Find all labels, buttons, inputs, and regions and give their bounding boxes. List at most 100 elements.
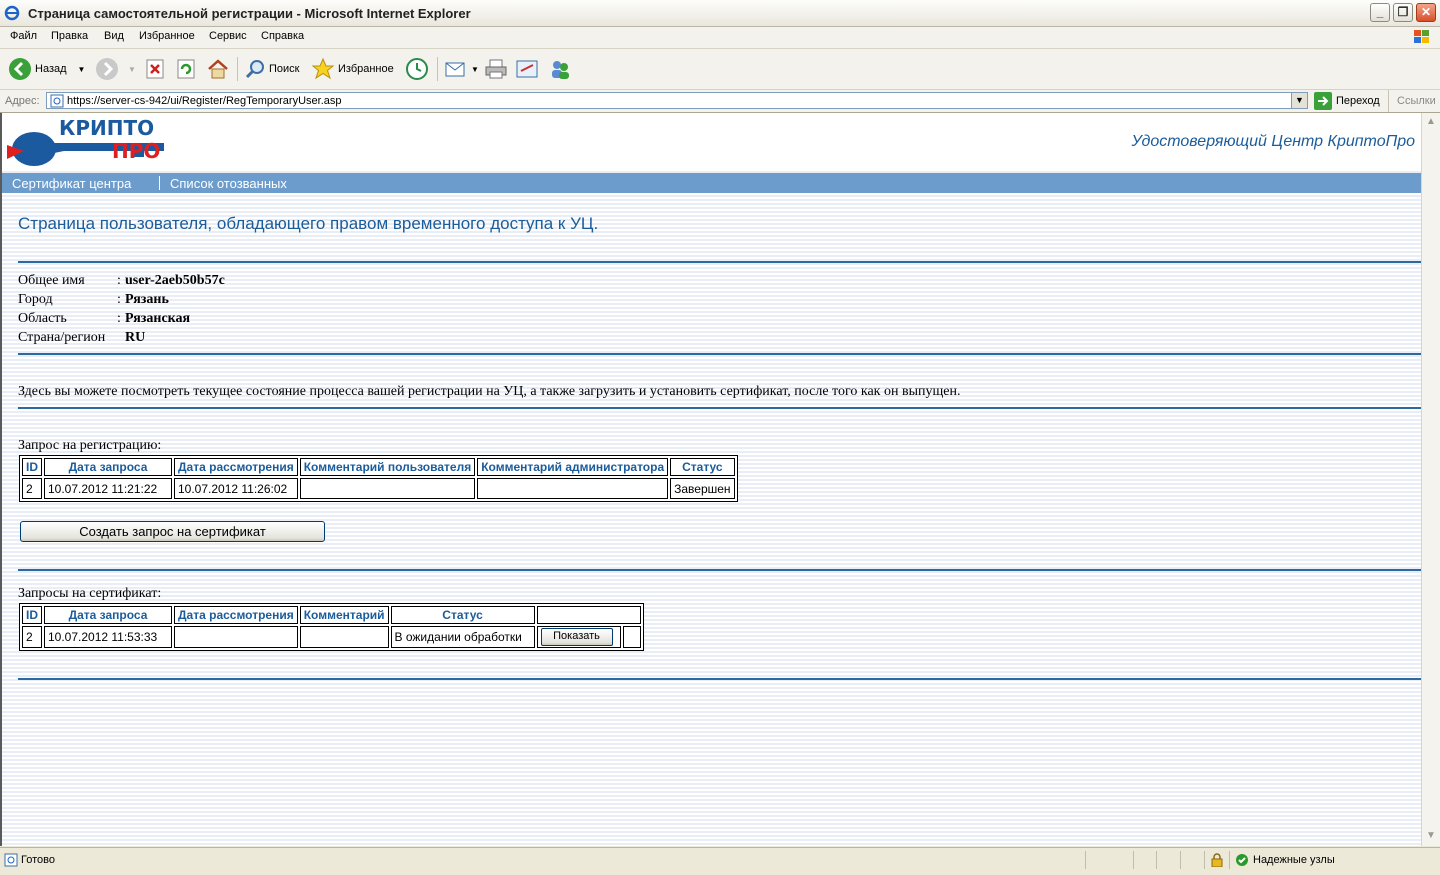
messenger-button[interactable] (548, 55, 572, 83)
refresh-button[interactable] (176, 55, 196, 83)
col-header-id: ID (22, 458, 42, 476)
print-button[interactable] (484, 55, 508, 83)
window-title-bar[interactable]: Страница самостоятельной регистрации - M… (0, 0, 1440, 27)
registration-table: ID Дата запроса Дата рассмотрения Коммен… (19, 455, 738, 502)
divider (18, 407, 1421, 409)
people-icon (552, 61, 569, 79)
field-value-common-name: user-2aeb50b57c (125, 273, 225, 288)
col-header-actions (536, 606, 641, 624)
site-nav: Сертификат центра Список отозванных (2, 173, 1421, 193)
nav-link-revoked-list[interactable]: Список отозванных (170, 176, 287, 191)
field-value-country: RU (125, 330, 146, 345)
search-button[interactable]: Поиск (244, 55, 299, 83)
cell-user-comment (299, 478, 476, 499)
history-button[interactable] (405, 55, 429, 83)
page-icon (50, 94, 64, 108)
edit-page-icon (516, 60, 538, 78)
cell-status: Завершен (670, 478, 735, 499)
trusted-zone-icon (1236, 854, 1248, 866)
favorites-button[interactable]: Избранное (311, 55, 394, 83)
cell-review-date: 10.07.2012 11:26:02 (174, 478, 298, 499)
logo-text-line1: КРИПТО (59, 116, 154, 140)
ie-icon (4, 5, 20, 21)
back-arrow-icon (9, 58, 31, 80)
windows-logo-icon (1414, 30, 1429, 43)
cell-comment (299, 626, 389, 648)
col-header-admin-comment: Комментарий администратора (477, 458, 669, 476)
page-title: Страница пользователя, обладающего право… (18, 214, 599, 233)
cell-review-date (174, 626, 298, 648)
field-value-region: Рязанская (125, 311, 191, 326)
field-label-country: Страна/регион (18, 330, 106, 345)
address-input[interactable]: https://server-cs-942/ui/Register/RegTem… (46, 92, 1308, 109)
show-button[interactable]: Показать (540, 628, 613, 646)
table-row: 2 10.07.2012 11:21:22 10.07.2012 11:26:0… (22, 478, 735, 499)
menu-view[interactable]: Вид (104, 30, 124, 42)
cryptopro-logo: КРИПТО ПРО (7, 116, 164, 166)
col-header-request-date: Дата запроса (44, 606, 172, 624)
col-header-user-comment: Комментарий пользователя (299, 458, 476, 476)
cell-request-date: 10.07.2012 11:21:22 (44, 478, 172, 499)
status-text: Готово (21, 854, 55, 866)
address-url: https://server-cs-942/ui/Register/RegTem… (67, 95, 342, 107)
col-header-status: Статус (390, 606, 535, 624)
divider (18, 678, 1421, 680)
page-icon (4, 853, 18, 867)
edit-button[interactable] (515, 55, 539, 83)
mail-icon (445, 62, 465, 77)
refresh-icon (177, 59, 195, 79)
security-zone-label: Надежные узлы (1253, 854, 1335, 866)
links-button[interactable]: Ссылки (1388, 90, 1436, 112)
table-row: 2 10.07.2012 11:53:33 В ожидании обработ… (22, 626, 641, 648)
home-icon (208, 59, 228, 79)
logo-text-line2: ПРО (112, 139, 160, 163)
table-header-row: ID Дата запроса Дата рассмотрения Коммен… (22, 606, 641, 624)
nav-link-ca-certificate[interactable]: Сертификат центра (12, 176, 131, 191)
divider (18, 261, 1421, 263)
cell-id: 2 (22, 478, 42, 499)
ca-title: Удостоверяющий Центр КриптоПро (1131, 133, 1415, 150)
table-header-row: ID Дата запроса Дата рассмотрения Коммен… (22, 458, 735, 476)
star-icon (311, 57, 335, 80)
maximize-button[interactable]: ❐ (1393, 3, 1413, 22)
stop-icon (146, 59, 164, 79)
menu-help[interactable]: Справка (261, 30, 304, 42)
home-button[interactable] (206, 55, 230, 83)
col-header-review-date: Дата рассмотрения (174, 458, 298, 476)
address-bar: Адрес: https://server-cs-942/ui/Register… (0, 90, 1440, 113)
menu-file[interactable]: Файл (10, 30, 37, 42)
address-dropdown-button[interactable]: ▼ (1291, 93, 1307, 108)
go-button[interactable]: Переход (1314, 92, 1380, 110)
lock-icon (1211, 853, 1223, 867)
field-label-region: Область (18, 311, 67, 326)
cell-action: Показать (536, 626, 621, 648)
registration-caption: Запрос на регистрацию: (18, 438, 162, 453)
chevron-down-icon: ▼ (471, 64, 479, 74)
mail-button[interactable]: ▼ (444, 55, 479, 83)
scroll-up-icon[interactable]: ▲ (1424, 115, 1438, 129)
col-header-review-date: Дата рассмотрения (174, 606, 298, 624)
window-title: Страница самостоятельной регистрации - M… (28, 6, 471, 21)
create-certificate-request-button[interactable]: Создать запрос на сертификат (20, 521, 325, 542)
col-header-status: Статус (670, 458, 735, 476)
cell-status: В ожидании обработки (390, 626, 535, 648)
cert-requests-caption: Запросы на сертификат: (18, 586, 162, 601)
back-button[interactable]: Назад ▼ (8, 55, 85, 83)
menu-edit[interactable]: Правка (51, 30, 88, 42)
forward-button[interactable]: ▼ (95, 55, 136, 83)
vertical-scrollbar[interactable]: ▲ ▼ (1421, 113, 1440, 846)
cell-request-date: 10.07.2012 11:53:33 (44, 626, 172, 648)
divider (18, 569, 1421, 571)
menu-tools[interactable]: Сервис (209, 30, 247, 42)
page-content: КРИПТО ПРО Удостоверяющий Центр КриптоПр… (0, 113, 1421, 846)
chevron-down-icon: ▼ (128, 64, 136, 74)
stop-button[interactable] (145, 55, 165, 83)
menu-favorites[interactable]: Избранное (139, 30, 195, 42)
minimize-button[interactable]: _ (1370, 3, 1390, 22)
close-button[interactable]: ✕ (1416, 3, 1436, 22)
cell-admin-comment (477, 478, 669, 499)
cell-id: 2 (22, 626, 42, 648)
scroll-down-icon[interactable]: ▼ (1424, 829, 1438, 843)
printer-icon (485, 59, 507, 79)
cell-extra (622, 626, 641, 648)
